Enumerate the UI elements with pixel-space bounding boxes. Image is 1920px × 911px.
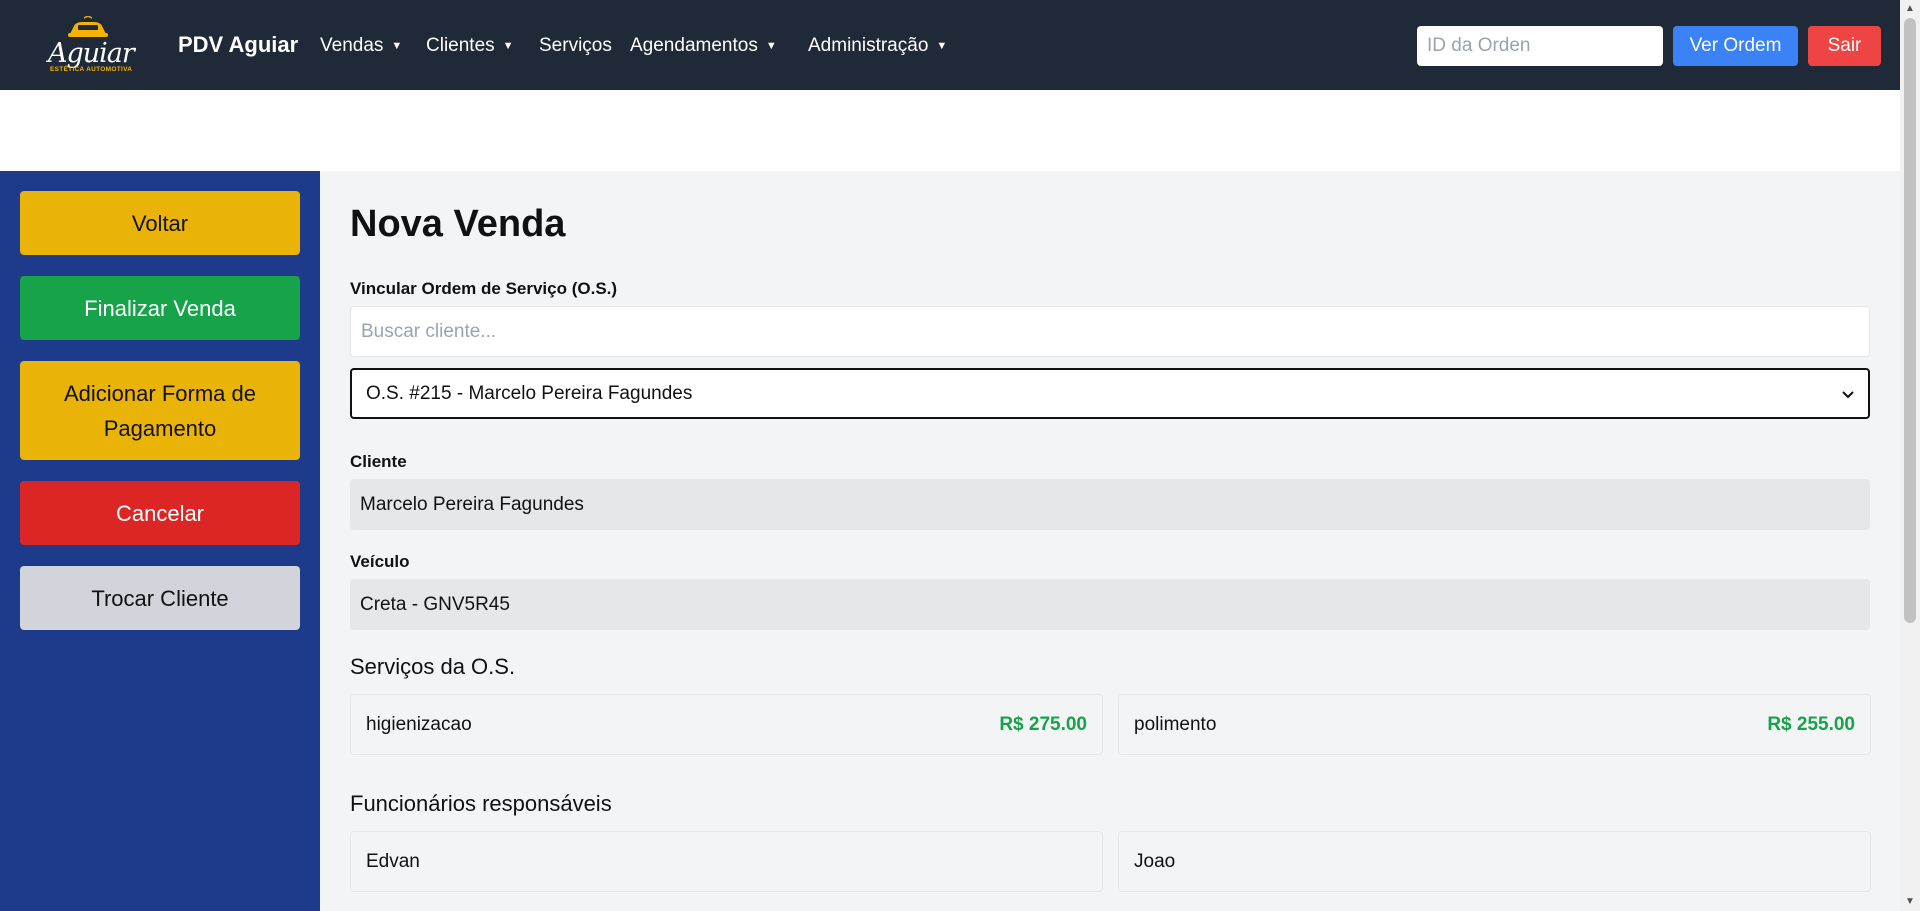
caret-down-icon: ▼ [502,40,514,52]
funcionario-card: Edvan [350,831,1103,892]
vincular-os-label: Vincular Ordem de Serviço (O.S.) [350,279,618,298]
nav-servicos[interactable]: Serviços [539,35,612,57]
voltar-button[interactable]: Voltar [20,191,300,255]
funcionario-name: Joao [1134,850,1176,872]
caret-down-icon: ▼ [936,40,948,52]
nav-clientes-label: Clientes [426,35,495,56]
funcionario-name: Edvan [366,850,420,872]
logo-text: Aguiar [48,38,135,69]
logo-subtitle: ESTÉTICA AUTOMOTIVA [50,66,133,73]
ver-ordem-button[interactable]: Ver Ordem [1673,26,1798,66]
nav-servicos-label: Serviços [539,35,612,56]
trocar-cliente-button[interactable]: Trocar Cliente [20,566,300,630]
os-select[interactable]: O.S. #215 - Marcelo Pereira Fagundes [350,368,1870,419]
scroll-down-arrow-icon[interactable]: ▼ [1904,896,1916,908]
cliente-label: Cliente [350,452,407,471]
nav-administracao-label: Administração [808,35,929,56]
scrollbar-thumb[interactable] [1904,18,1916,623]
servico-name: polimento [1134,713,1217,735]
sair-button[interactable]: Sair [1808,26,1881,66]
cliente-search-input[interactable] [350,306,1870,357]
top-navbar: Aguiar ESTÉTICA AUTOMOTIVA PDV Aguiar Ve… [0,0,1900,90]
sidebar: Voltar Finalizar Venda Adicionar Forma d… [0,171,320,911]
nav-vendas[interactable]: Vendas ▼ [320,35,402,57]
veiculo-field: Creta - GNV5R45 [350,579,1870,630]
main-content: Nova Venda Vincular Ordem de Serviço (O.… [320,171,1900,911]
page-title: Nova Venda [350,203,566,245]
servico-price: R$ 255.00 [1767,713,1855,735]
nav-administracao[interactable]: Administração ▼ [808,35,947,57]
caret-down-icon: ▼ [765,40,777,52]
os-select-value: O.S. #215 - Marcelo Pereira Fagundes [366,382,693,404]
car-logo-icon [68,16,108,37]
veiculo-label: Veículo [350,552,410,571]
funcionario-card: Joao [1118,831,1871,892]
servicos-title: Serviços da O.S. [350,654,516,679]
adicionar-pagamento-button[interactable]: Adicionar Forma de Pagamento [20,361,300,460]
servico-name: higienizacao [366,713,472,735]
nav-clientes[interactable]: Clientes ▼ [426,35,514,57]
caret-down-icon: ▼ [391,40,403,52]
scroll-up-arrow-icon[interactable]: ▲ [1904,3,1916,15]
cliente-field: Marcelo Pereira Fagundes [350,479,1870,530]
finalizar-venda-button[interactable]: Finalizar Venda [20,276,300,340]
cancelar-button[interactable]: Cancelar [20,481,300,545]
servico-card: polimento R$ 255.00 [1118,694,1871,755]
order-id-input[interactable] [1417,26,1663,66]
nav-agendamentos[interactable]: Agendamentos ▼ [630,35,777,57]
brand-logo[interactable]: Aguiar ESTÉTICA AUTOMOTIVA [44,16,135,74]
brand-name[interactable]: PDV Aguiar [178,32,298,58]
page: Aguiar ESTÉTICA AUTOMOTIVA PDV Aguiar Ve… [0,0,1920,911]
funcionarios-title: Funcionários responsáveis [350,791,612,816]
nav-agendamentos-label: Agendamentos [630,35,758,56]
servico-price: R$ 275.00 [999,713,1087,735]
chevron-down-icon [1842,386,1854,402]
page-scrollbar[interactable]: ▲ ▼ [1900,0,1920,911]
servico-card: higienizacao R$ 275.00 [350,694,1103,755]
nav-vendas-label: Vendas [320,35,384,56]
